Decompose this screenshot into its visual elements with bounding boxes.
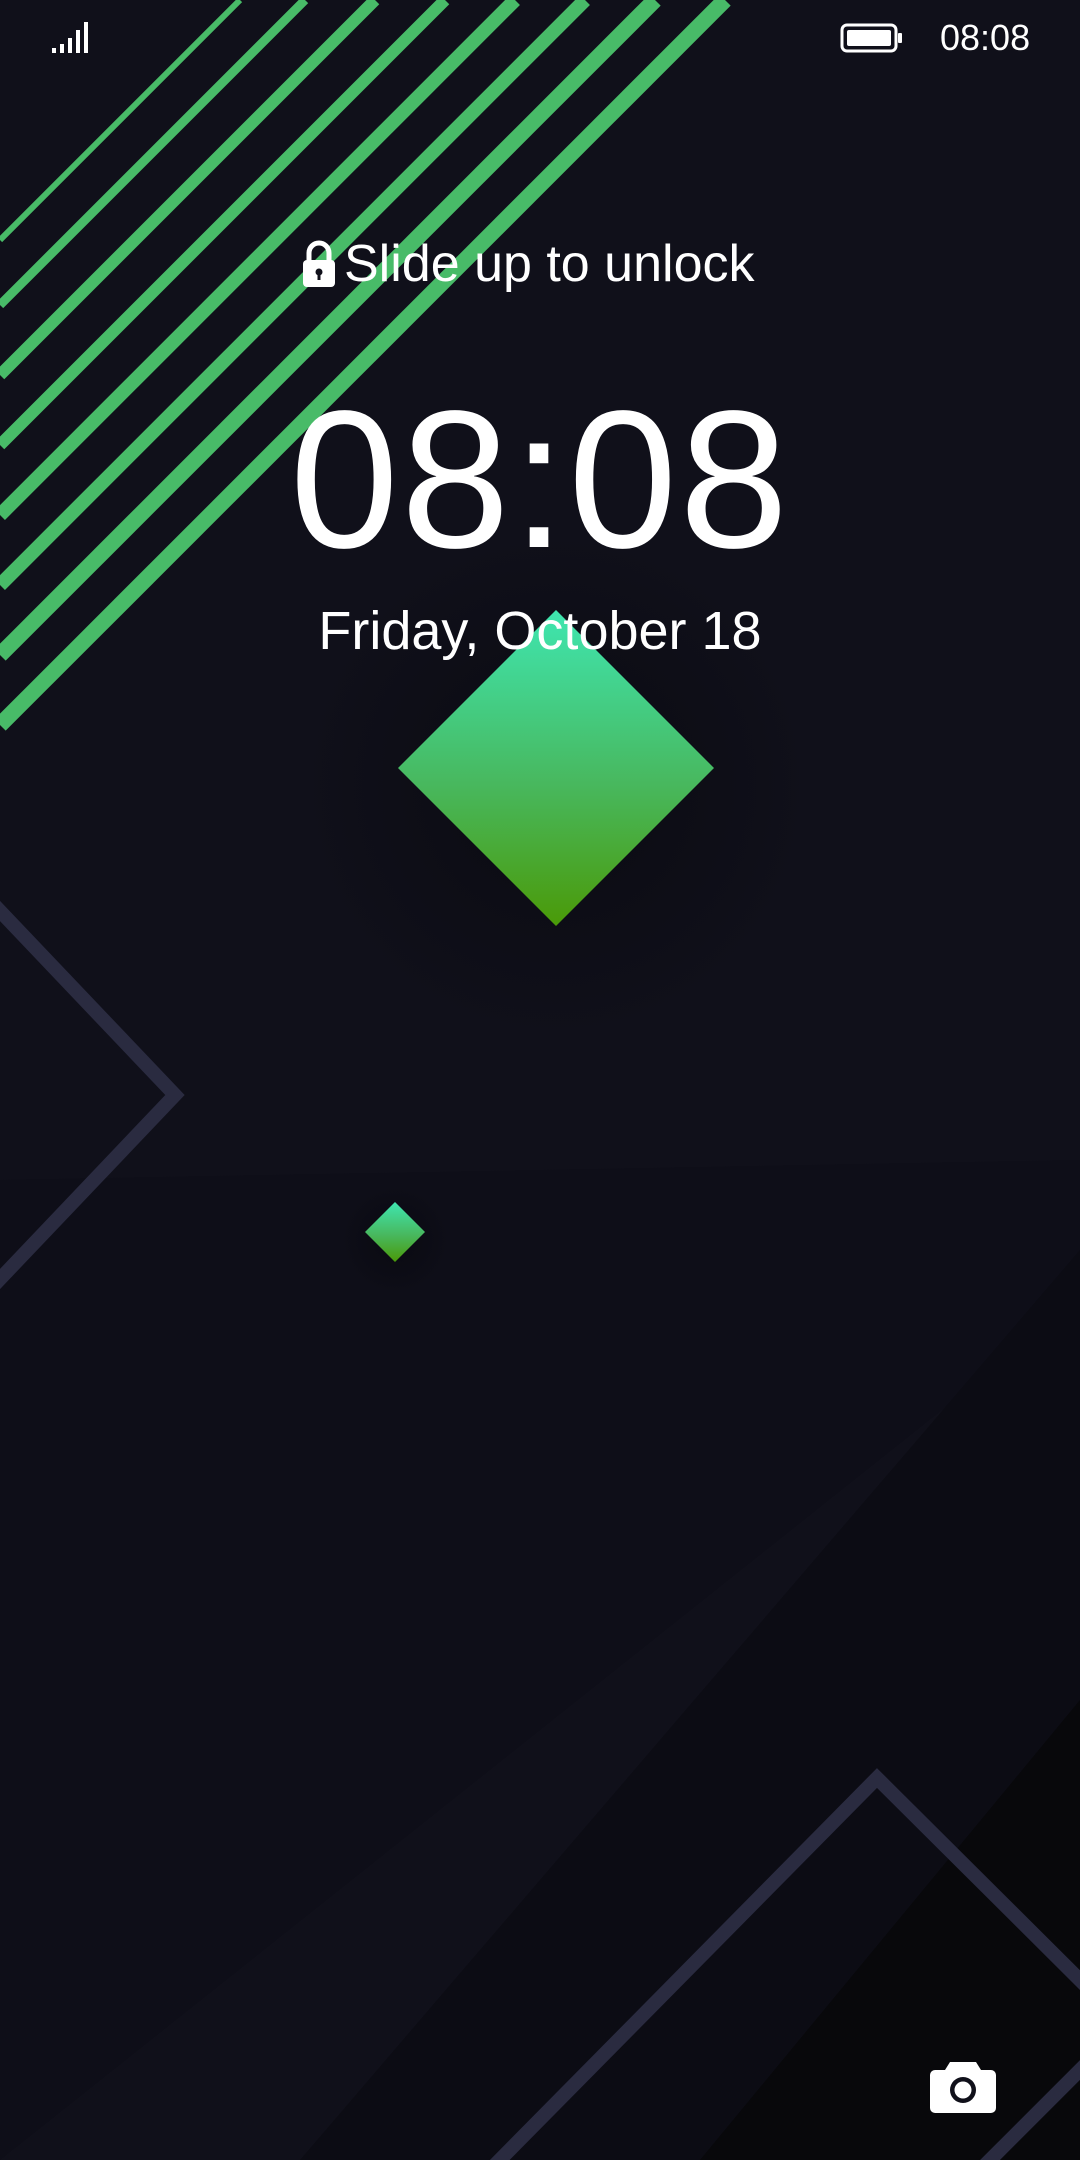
lockscreen-date: Friday, October 18 (318, 601, 762, 661)
lock-icon (303, 240, 335, 287)
status-bar-time: 08:08 (940, 17, 1031, 58)
unlock-hint-text: Slide up to unlock (344, 235, 755, 293)
unlock-hint: Slide up to unlock (300, 232, 800, 296)
battery-full-icon (840, 23, 902, 53)
camera-icon[interactable] (928, 2056, 998, 2116)
status-bar: 08:08 (0, 0, 1080, 80)
lock-screen[interactable]: 08:08 Slide up to unlock 08:08 Friday, O… (0, 0, 1080, 2160)
lockscreen-clock: 08:08 (289, 370, 791, 589)
wallpaper (0, 0, 1080, 2160)
signal-bars-icon (52, 22, 88, 53)
